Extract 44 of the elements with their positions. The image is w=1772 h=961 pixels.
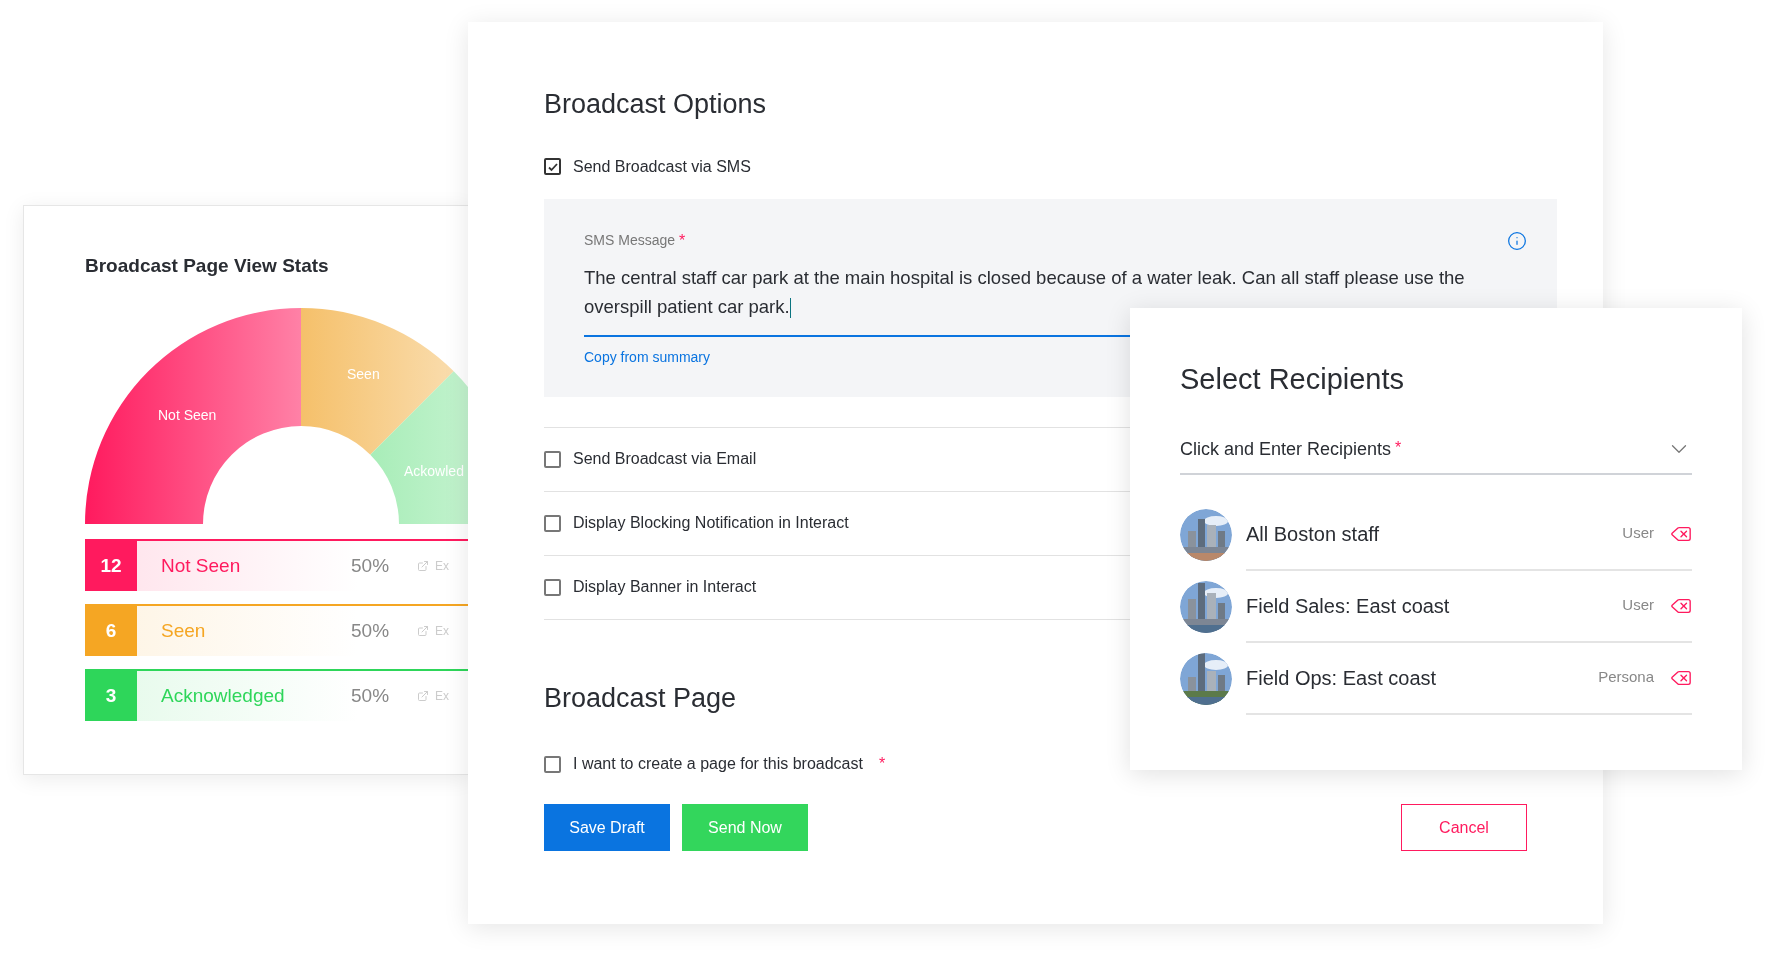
percent-text: 50% [351,683,390,708]
recipient-type: User [1622,523,1654,544]
recipient-row[interactable]: Field Ops: East coast Persona [1246,642,1692,715]
recipient-type: Persona [1598,667,1654,688]
required-mark: * [878,754,886,774]
cancel-button[interactable]: Cancel [1401,804,1527,851]
percent-text: 50% [351,553,390,578]
checkbox[interactable] [544,450,561,468]
section-title: Broadcast Page [544,681,737,715]
slice-label: Ackowled [404,463,464,479]
recipient-row[interactable]: All Boston staff User [1246,498,1692,571]
info-icon[interactable] [1507,230,1527,251]
slice-label: Seen [347,366,380,382]
checkbox[interactable] [544,158,561,175]
card-title: Select Recipients [1180,362,1405,397]
row-label: Seen [161,618,207,643]
recipients-dropdown[interactable]: Click and Enter Recipients * [1180,435,1692,475]
required-mark: * [1395,437,1402,458]
checkbox[interactable] [544,578,561,596]
checkbox-label: Display Banner in Interact [573,577,757,597]
recipient-name: Field Sales: East coast [1246,593,1450,619]
recipient-name: All Boston staff [1246,521,1380,547]
percent-text: 50% [351,618,390,643]
card-title: Broadcast Page View Stats [85,254,329,278]
count-badge: 6 [85,606,137,656]
checkbox[interactable] [544,514,561,532]
row-label: Acknowledged [161,683,286,708]
checkbox-label: I want to create a page for this broadcast [573,754,863,774]
checkbox[interactable] [544,755,561,773]
copy-link[interactable]: Copy from summary [584,346,711,368]
required-mark: * [679,230,686,251]
field-label: SMS Message [584,231,676,250]
slice-label: Not Seen [158,407,217,423]
section-title: Broadcast Options [544,88,767,121]
count-badge: 3 [85,671,137,721]
recipient-row[interactable]: Field Sales: East coast User [1246,570,1692,643]
checkbox-label: Send Broadcast via Email [573,449,757,469]
recipient-type: User [1622,595,1654,616]
save-draft-button[interactable]: Save Draft [544,804,670,851]
checkbox-label: Send Broadcast via SMS [573,156,751,177]
checkbox-label: Display Blocking Notification in Interact [573,513,849,533]
count-badge: 12 [85,541,137,591]
recipient-name: Field Ops: East coast [1246,665,1437,691]
row-label: Not Seen [161,553,242,578]
